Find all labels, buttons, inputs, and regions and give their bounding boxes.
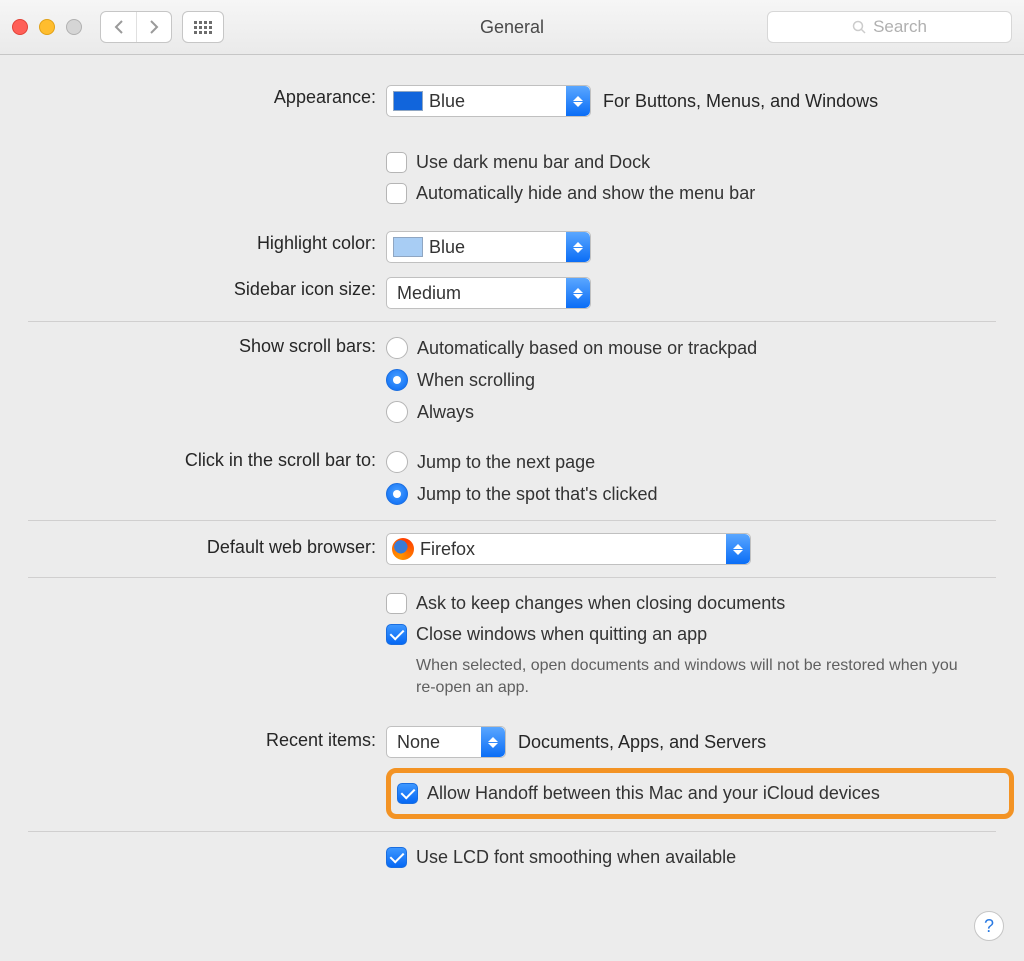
scroll-scrolling-radio[interactable] [386,369,408,391]
ask-changes-checkbox[interactable] [386,593,407,614]
handoff-checkbox[interactable] [397,783,418,804]
chevron-updown-icon [481,727,505,757]
click-scroll-label: Click in the scroll bar to: [10,448,386,471]
recent-hint: Documents, Apps, and Servers [518,732,766,753]
search-icon [852,20,867,35]
appearance-value: Blue [429,91,475,112]
window-title: General [480,17,544,38]
appearance-hint: For Buttons, Menus, and Windows [603,91,878,112]
recent-select[interactable]: None [386,726,506,758]
close-icon[interactable] [12,19,28,35]
scroll-auto-label: Automatically based on mouse or trackpad [417,338,757,359]
grid-icon [194,21,212,34]
search-placeholder: Search [873,17,927,37]
chevron-updown-icon [566,278,590,308]
minimize-icon[interactable] [39,19,55,35]
browser-label: Default web browser: [10,533,386,558]
highlight-value: Blue [429,237,475,258]
divider [28,577,996,578]
divider [28,831,996,832]
sidebar-size-select[interactable]: Medium [386,277,591,309]
divider [28,321,996,322]
search-input[interactable]: Search [767,11,1012,43]
preferences-content: Appearance: Blue For Buttons, Menus, and… [0,55,1024,887]
sidebar-size-value: Medium [387,283,471,304]
lcd-smoothing-checkbox[interactable] [386,847,407,868]
appearance-label: Appearance: [10,85,386,108]
chevron-updown-icon [566,86,590,116]
recent-value: None [387,732,450,753]
titlebar: General Search [0,0,1024,55]
divider [28,520,996,521]
appearance-swatch-icon [393,91,423,111]
handoff-highlight: Allow Handoff between this Mac and your … [386,768,1014,819]
scroll-always-label: Always [417,402,474,423]
appearance-select[interactable]: Blue [386,85,591,117]
recent-label: Recent items: [10,726,386,751]
show-all-button[interactable] [182,11,224,43]
scroll-auto-radio[interactable] [386,337,408,359]
sidebar-size-label: Sidebar icon size: [10,277,386,300]
dark-menu-label: Use dark menu bar and Dock [416,152,650,173]
highlight-label: Highlight color: [10,231,386,254]
click-jump-spot-radio[interactable] [386,483,408,505]
scroll-label: Show scroll bars: [10,334,386,357]
browser-value: Firefox [418,539,485,560]
highlight-swatch-icon [393,237,423,257]
close-windows-checkbox[interactable] [386,624,407,645]
maximize-icon[interactable] [66,19,82,35]
highlight-select[interactable]: Blue [386,231,591,263]
help-button[interactable]: ? [974,911,1004,941]
auto-hide-menu-label: Automatically hide and show the menu bar [416,183,755,204]
handoff-label: Allow Handoff between this Mac and your … [427,783,880,804]
firefox-icon [392,538,414,560]
browser-select[interactable]: Firefox [386,533,751,565]
back-button[interactable] [101,12,136,42]
dark-menu-checkbox[interactable] [386,152,407,173]
window-controls [12,19,82,35]
lcd-smoothing-label: Use LCD font smoothing when available [416,847,736,868]
chevron-updown-icon [726,534,750,564]
scroll-always-radio[interactable] [386,401,408,423]
click-jump-spot-label: Jump to the spot that's clicked [417,484,658,505]
click-jump-page-label: Jump to the next page [417,452,595,473]
forward-button[interactable] [136,12,171,42]
help-icon: ? [984,916,994,937]
nav-buttons [100,11,172,43]
chevron-updown-icon [566,232,590,262]
auto-hide-menu-checkbox[interactable] [386,183,407,204]
click-jump-page-radio[interactable] [386,451,408,473]
ask-changes-label: Ask to keep changes when closing documen… [416,593,785,614]
close-windows-hint: When selected, open documents and window… [386,655,1014,698]
scroll-scrolling-label: When scrolling [417,370,535,391]
close-windows-label: Close windows when quitting an app [416,624,707,645]
